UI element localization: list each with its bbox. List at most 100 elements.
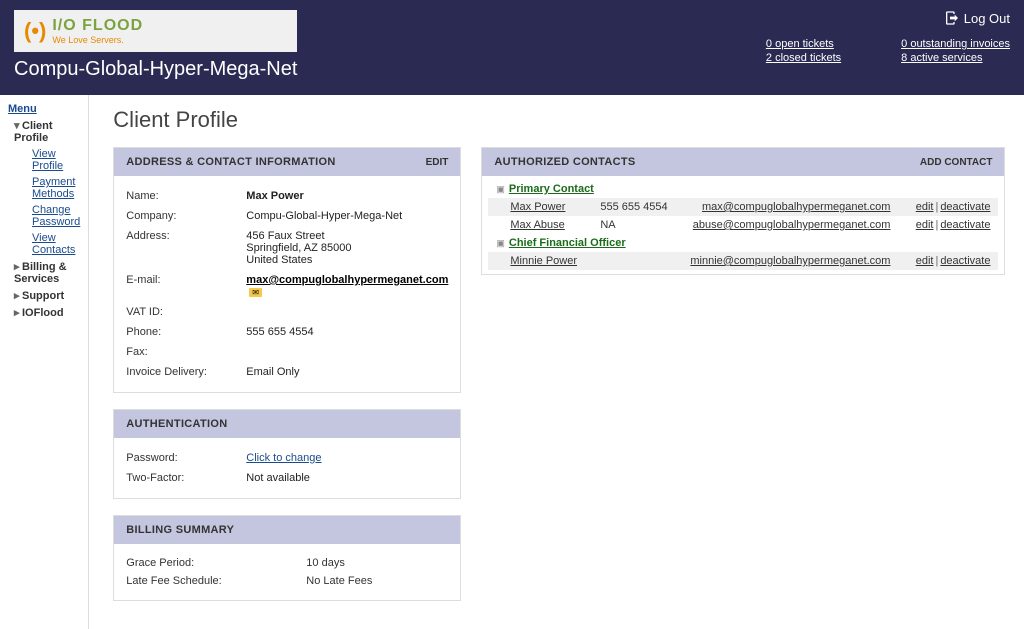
- contact-phone: 555 655 4554: [600, 201, 690, 213]
- col-right: AUTHORIZED CONTACTS ADD CONTACT ▣ Primary…: [481, 147, 1005, 291]
- edit-contact[interactable]: edit: [916, 219, 934, 231]
- edit-contact[interactable]: edit: [916, 255, 934, 267]
- logout-label: Log Out: [964, 11, 1010, 26]
- change-password-link[interactable]: Click to change: [246, 452, 321, 464]
- label-phone: Phone:: [126, 326, 246, 338]
- caret-down-icon: ▾: [14, 119, 22, 132]
- square-icon: ▣: [496, 238, 505, 248]
- panel-billing-head: BILLING SUMMARY: [114, 516, 460, 544]
- caret-right-icon: ▸: [14, 260, 22, 273]
- contact-row: Max Power 555 655 4554 max@compuglobalhy…: [488, 198, 998, 216]
- menu-client-profile[interactable]: ▾Client Profile: [4, 117, 84, 146]
- menu-view-contacts[interactable]: View Contacts: [4, 230, 84, 258]
- role-link-cfo[interactable]: Chief Financial Officer: [509, 237, 626, 249]
- col-left: ADDRESS & CONTACT INFORMATION EDIT Name:…: [113, 147, 461, 617]
- panel-auth-title: AUTHENTICATION: [126, 418, 227, 430]
- stat-open-tickets[interactable]: 0 open tickets: [766, 38, 841, 50]
- value-latefee: No Late Fees: [306, 575, 372, 587]
- value-phone: 555 655 4554: [246, 326, 448, 338]
- label-latefee: Late Fee Schedule:: [126, 575, 306, 587]
- add-contact-button[interactable]: ADD CONTACT: [920, 157, 993, 168]
- menu-title[interactable]: Menu: [4, 101, 84, 117]
- contact-email[interactable]: minnie@compuglobalhypermeganet.com: [690, 255, 890, 267]
- menu-ioflood[interactable]: ▸IOFlood: [4, 304, 84, 321]
- panel-address-body: Name:Max Power Company:Compu-Global-Hype…: [114, 176, 460, 392]
- top-left: (•) I/O FLOOD We Love Servers. Compu-Glo…: [14, 10, 297, 81]
- menu-billing-services[interactable]: ▸Billing & Services: [4, 258, 84, 287]
- value-email: max@compuglobalhypermeganet.com✉: [246, 274, 448, 298]
- columns: ADDRESS & CONTACT INFORMATION EDIT Name:…: [113, 147, 1005, 617]
- deactivate-contact[interactable]: deactivate: [940, 201, 990, 213]
- panel-address-title: ADDRESS & CONTACT INFORMATION: [126, 156, 335, 168]
- panel-auth-head: AUTHENTICATION: [114, 410, 460, 438]
- stat-closed-tickets[interactable]: 2 closed tickets: [766, 52, 841, 64]
- panel-contacts-head: AUTHORIZED CONTACTS ADD CONTACT: [482, 148, 1004, 176]
- sidebar: Menu ▾Client Profile View Profile Paymen…: [0, 95, 89, 629]
- role-link-primary[interactable]: Primary Contact: [509, 183, 594, 195]
- menu-list: ▾Client Profile View Profile Payment Met…: [4, 117, 84, 321]
- menu-support[interactable]: ▸Support: [4, 287, 84, 304]
- value-invoice-delivery: Email Only: [246, 366, 448, 378]
- value-address: 456 Faux Street Springfield, AZ 85000 Un…: [246, 230, 448, 266]
- page-title: Client Profile: [113, 107, 1005, 133]
- square-icon: ▣: [496, 184, 505, 194]
- value-twofactor: Not available: [246, 472, 448, 484]
- label-company: Company:: [126, 210, 246, 222]
- logo-tagline: We Love Servers.: [52, 35, 143, 45]
- panel-billing-body: Grace Period:10 days Late Fee Schedule:N…: [114, 544, 460, 600]
- label-twofactor: Two-Factor:: [126, 472, 246, 484]
- label-address: Address:: [126, 230, 246, 266]
- menu-payment-methods[interactable]: Payment Methods: [4, 174, 84, 202]
- menu-view-profile[interactable]: View Profile: [4, 146, 84, 174]
- panel-contacts-body: ▣ Primary Contact Max Power 555 655 4554 …: [482, 176, 1004, 274]
- value-fax: [246, 346, 448, 358]
- main-wrap: Menu ▾Client Profile View Profile Paymen…: [0, 95, 1024, 629]
- contact-actions: edit|deactivate: [890, 219, 990, 231]
- panel-address: ADDRESS & CONTACT INFORMATION EDIT Name:…: [113, 147, 461, 393]
- contact-name[interactable]: Max Abuse: [510, 219, 600, 231]
- deactivate-contact[interactable]: deactivate: [940, 255, 990, 267]
- label-vat: VAT ID:: [126, 306, 246, 318]
- contact-name[interactable]: Max Power: [510, 201, 600, 213]
- email-link[interactable]: max@compuglobalhypermeganet.com: [246, 274, 448, 286]
- value-vat: [246, 306, 448, 318]
- contact-role-cfo: ▣ Chief Financial Officer: [488, 234, 998, 252]
- logo-text: I/O FLOOD We Love Servers.: [52, 17, 143, 45]
- stat-active-services[interactable]: 8 active services: [901, 52, 1010, 64]
- stats-tickets: 0 open tickets 2 closed tickets: [766, 38, 841, 64]
- label-grace: Grace Period:: [126, 557, 306, 569]
- caret-right-icon: ▸: [14, 306, 22, 319]
- contact-phone: NA: [600, 219, 690, 231]
- panel-contacts-title: AUTHORIZED CONTACTS: [494, 156, 635, 168]
- value-grace: 10 days: [306, 557, 345, 569]
- panel-address-head: ADDRESS & CONTACT INFORMATION EDIT: [114, 148, 460, 176]
- edit-address-button[interactable]: EDIT: [426, 157, 449, 168]
- contact-role-primary: ▣ Primary Contact: [488, 180, 998, 198]
- content: Client Profile ADDRESS & CONTACT INFORMA…: [89, 95, 1024, 629]
- value-company: Compu-Global-Hyper-Mega-Net: [246, 210, 448, 222]
- contact-actions: edit|deactivate: [890, 255, 990, 267]
- stat-outstanding-invoices[interactable]: 0 outstanding invoices: [901, 38, 1010, 50]
- panel-auth-body: Password:Click to change Two-Factor:Not …: [114, 438, 460, 498]
- menu-change-password[interactable]: Change Password: [4, 202, 84, 230]
- contact-email[interactable]: abuse@compuglobalhypermeganet.com: [690, 219, 890, 231]
- caret-right-icon: ▸: [14, 289, 22, 302]
- label-name: Name:: [126, 190, 246, 202]
- logo-mark: (•): [24, 18, 46, 44]
- contact-group-primary: ▣ Primary Contact Max Power 555 655 4554 …: [488, 180, 998, 234]
- label-password: Password:: [126, 452, 246, 464]
- edit-contact[interactable]: edit: [916, 201, 934, 213]
- panel-auth: AUTHENTICATION Password:Click to change …: [113, 409, 461, 499]
- logout-icon: [944, 10, 960, 26]
- label-invoice-delivery: Invoice Delivery:: [126, 366, 246, 378]
- value-password: Click to change: [246, 452, 448, 464]
- panel-billing-title: BILLING SUMMARY: [126, 524, 234, 536]
- contact-name[interactable]: Minnie Power: [510, 255, 600, 267]
- deactivate-contact[interactable]: deactivate: [940, 219, 990, 231]
- contact-row: Minnie Power minnie@compuglobalhypermega…: [488, 252, 998, 270]
- panel-billing: BILLING SUMMARY Grace Period:10 days Lat…: [113, 515, 461, 601]
- contact-email[interactable]: max@compuglobalhypermeganet.com: [690, 201, 890, 213]
- logo[interactable]: (•) I/O FLOOD We Love Servers.: [14, 10, 297, 52]
- header-stats: 0 open tickets 2 closed tickets 0 outsta…: [766, 38, 1010, 64]
- logout-button[interactable]: Log Out: [944, 10, 1010, 26]
